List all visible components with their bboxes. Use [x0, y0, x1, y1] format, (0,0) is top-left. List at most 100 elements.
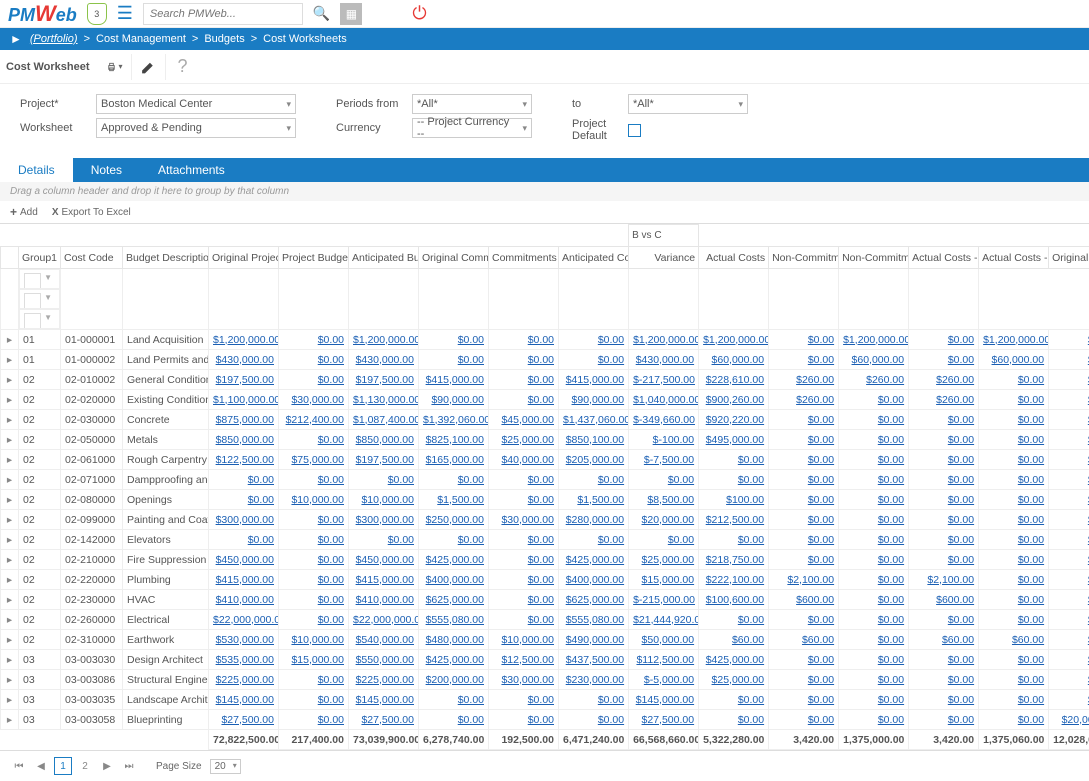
cell-value-link[interactable]: $0.00: [528, 374, 554, 386]
cell-value-link[interactable]: $0.00: [948, 714, 974, 726]
cell-value-link[interactable]: $0.00: [808, 414, 834, 426]
cell-value-link[interactable]: $0.00: [808, 334, 834, 346]
cell-value-link[interactable]: $0.00: [808, 694, 834, 706]
cell-value-link[interactable]: $260.00: [866, 374, 904, 386]
pager-last[interactable]: ⏭: [120, 757, 138, 775]
cell-value-link[interactable]: $50,000.00: [642, 634, 695, 646]
cell-value-link[interactable]: $425,000.00: [426, 554, 484, 566]
search-input-wrapper[interactable]: [143, 3, 303, 25]
cell-value-link[interactable]: $300,000.00: [356, 514, 414, 526]
cell-value-link[interactable]: $0.00: [528, 334, 554, 346]
cell-value-link[interactable]: $0.00: [948, 534, 974, 546]
expand-icon[interactable]: ▸: [1, 610, 19, 630]
cell-value-link[interactable]: $0.00: [318, 554, 344, 566]
cell-value-link[interactable]: $0.00: [668, 534, 694, 546]
cell-value-link[interactable]: $0.00: [598, 474, 624, 486]
cell-value-link[interactable]: $535,000.00: [216, 654, 274, 666]
cell-value-link[interactable]: $0.00: [528, 354, 554, 366]
cell-value-link[interactable]: $425,000.00: [706, 654, 764, 666]
cell-value-link[interactable]: $10,000.00: [361, 494, 414, 506]
cell-value-link[interactable]: $0.00: [318, 354, 344, 366]
cell-value-link[interactable]: $0.00: [598, 714, 624, 726]
cell-value-link[interactable]: $22,000,000.00: [213, 614, 279, 626]
cell-value-link[interactable]: $0.00: [738, 474, 764, 486]
expand-icon[interactable]: ▸: [1, 710, 19, 730]
power-icon[interactable]: ⏻: [412, 3, 426, 24]
expand-icon[interactable]: ▸: [1, 470, 19, 490]
cell-value-link[interactable]: $1,437,060.00: [563, 414, 629, 426]
cell-value-link[interactable]: $437,500.00: [566, 654, 624, 666]
column-header[interactable]: Actual Costs - Non: [979, 247, 1049, 269]
cell-value-link[interactable]: $1,130,000.00: [353, 394, 419, 406]
menu-icon[interactable]: ☰: [117, 3, 133, 24]
search-icon[interactable]: 🔍: [313, 5, 330, 22]
filter-icon[interactable]: ▼: [41, 293, 55, 305]
table-row[interactable]: ▸0202-310000Earthwork$530,000.00$10,000.…: [1, 630, 1089, 650]
cell-value-link[interactable]: $40,000.00: [501, 454, 554, 466]
cell-value-link[interactable]: $0.00: [948, 474, 974, 486]
cell-value-link[interactable]: $260.00: [796, 394, 834, 406]
cell-value-link[interactable]: $0.00: [458, 694, 484, 706]
cell-value-link[interactable]: $0.00: [388, 534, 414, 546]
cell-value-link[interactable]: $920,220.00: [706, 414, 764, 426]
cell-value-link[interactable]: $1,200,000.00: [983, 334, 1049, 346]
cell-value-link[interactable]: $0.00: [878, 454, 904, 466]
cell-value-link[interactable]: $0.00: [878, 594, 904, 606]
cell-value-link[interactable]: $250,000.00: [426, 514, 484, 526]
cell-value-link[interactable]: $900,260.00: [706, 394, 764, 406]
table-row[interactable]: ▸0202-080000Openings$0.00$10,000.00$10,0…: [1, 490, 1089, 510]
filter-icon[interactable]: ▼: [41, 273, 55, 285]
add-button[interactable]: +Add: [10, 205, 38, 219]
cell-value-link[interactable]: $75,000.00: [291, 454, 344, 466]
cell-value-link[interactable]: $0.00: [528, 394, 554, 406]
cell-value-link[interactable]: $0.00: [878, 494, 904, 506]
cell-value-link[interactable]: $2,100.00: [787, 574, 834, 586]
cell-value-link[interactable]: $400,000.00: [566, 574, 624, 586]
column-header[interactable]: Variance: [629, 247, 699, 269]
cell-value-link[interactable]: $-349,660.00: [633, 414, 695, 426]
cell-value-link[interactable]: $1,200,000.00: [353, 334, 419, 346]
cell-value-link[interactable]: $555,080.00: [426, 614, 484, 626]
cell-value-link[interactable]: $450,000.00: [356, 554, 414, 566]
worksheet-select[interactable]: Approved & Pending: [96, 118, 296, 138]
cell-value-link[interactable]: $30,000.00: [501, 674, 554, 686]
cell-value-link[interactable]: $0.00: [878, 714, 904, 726]
cell-value-link[interactable]: $0.00: [318, 694, 344, 706]
group-by-hint[interactable]: Drag a column header and drop it here to…: [0, 182, 1089, 201]
cell-value-link[interactable]: $20,000.00: [1062, 714, 1089, 726]
cell-value-link[interactable]: $450,000.00: [216, 554, 274, 566]
cell-value-link[interactable]: $260.00: [796, 374, 834, 386]
cell-value-link[interactable]: $0.00: [318, 574, 344, 586]
cell-value-link[interactable]: $1,100,000.00: [213, 394, 279, 406]
table-row[interactable]: ▸0202-050000Metals$850,000.00$0.00$850,0…: [1, 430, 1089, 450]
cell-value-link[interactable]: $165,000.00: [426, 454, 484, 466]
cell-value-link[interactable]: $205,000.00: [566, 454, 624, 466]
cell-value-link[interactable]: $0.00: [248, 474, 274, 486]
table-row[interactable]: ▸0303-003035Landscape Architect$145,000.…: [1, 690, 1089, 710]
cell-value-link[interactable]: $410,000.00: [356, 594, 414, 606]
expand-icon[interactable]: ▸: [1, 530, 19, 550]
cell-value-link[interactable]: $0.00: [878, 694, 904, 706]
export-excel-button[interactable]: XExport To Excel: [52, 205, 131, 219]
cell-value-link[interactable]: $22,000,000.00: [353, 614, 419, 626]
cell-value-link[interactable]: $415,000.00: [426, 374, 484, 386]
cell-value-link[interactable]: $0.00: [1018, 674, 1044, 686]
cell-value-link[interactable]: $27,500.00: [221, 714, 274, 726]
column-header[interactable]: Budget Description: [123, 247, 209, 269]
cell-value-link[interactable]: $480,000.00: [426, 634, 484, 646]
cell-value-link[interactable]: $0.00: [948, 614, 974, 626]
cell-value-link[interactable]: $850,100.00: [566, 434, 624, 446]
cell-value-link[interactable]: $25,000.00: [642, 554, 695, 566]
cell-value-link[interactable]: $1,500.00: [577, 494, 624, 506]
help-button[interactable]: ?: [174, 54, 200, 80]
cell-value-link[interactable]: $90,000.00: [431, 394, 484, 406]
cell-value-link[interactable]: $27,500.00: [361, 714, 414, 726]
cell-value-link[interactable]: $200,000.00: [426, 674, 484, 686]
cell-value-link[interactable]: $0.00: [948, 694, 974, 706]
cell-value-link[interactable]: $490,000.00: [566, 634, 624, 646]
cell-value-link[interactable]: $225,000.00: [216, 674, 274, 686]
cell-value-link[interactable]: $197,500.00: [356, 454, 414, 466]
cell-value-link[interactable]: $0.00: [318, 594, 344, 606]
column-header[interactable]: Cost Code: [61, 247, 123, 269]
cell-value-link[interactable]: $400,000.00: [426, 574, 484, 586]
